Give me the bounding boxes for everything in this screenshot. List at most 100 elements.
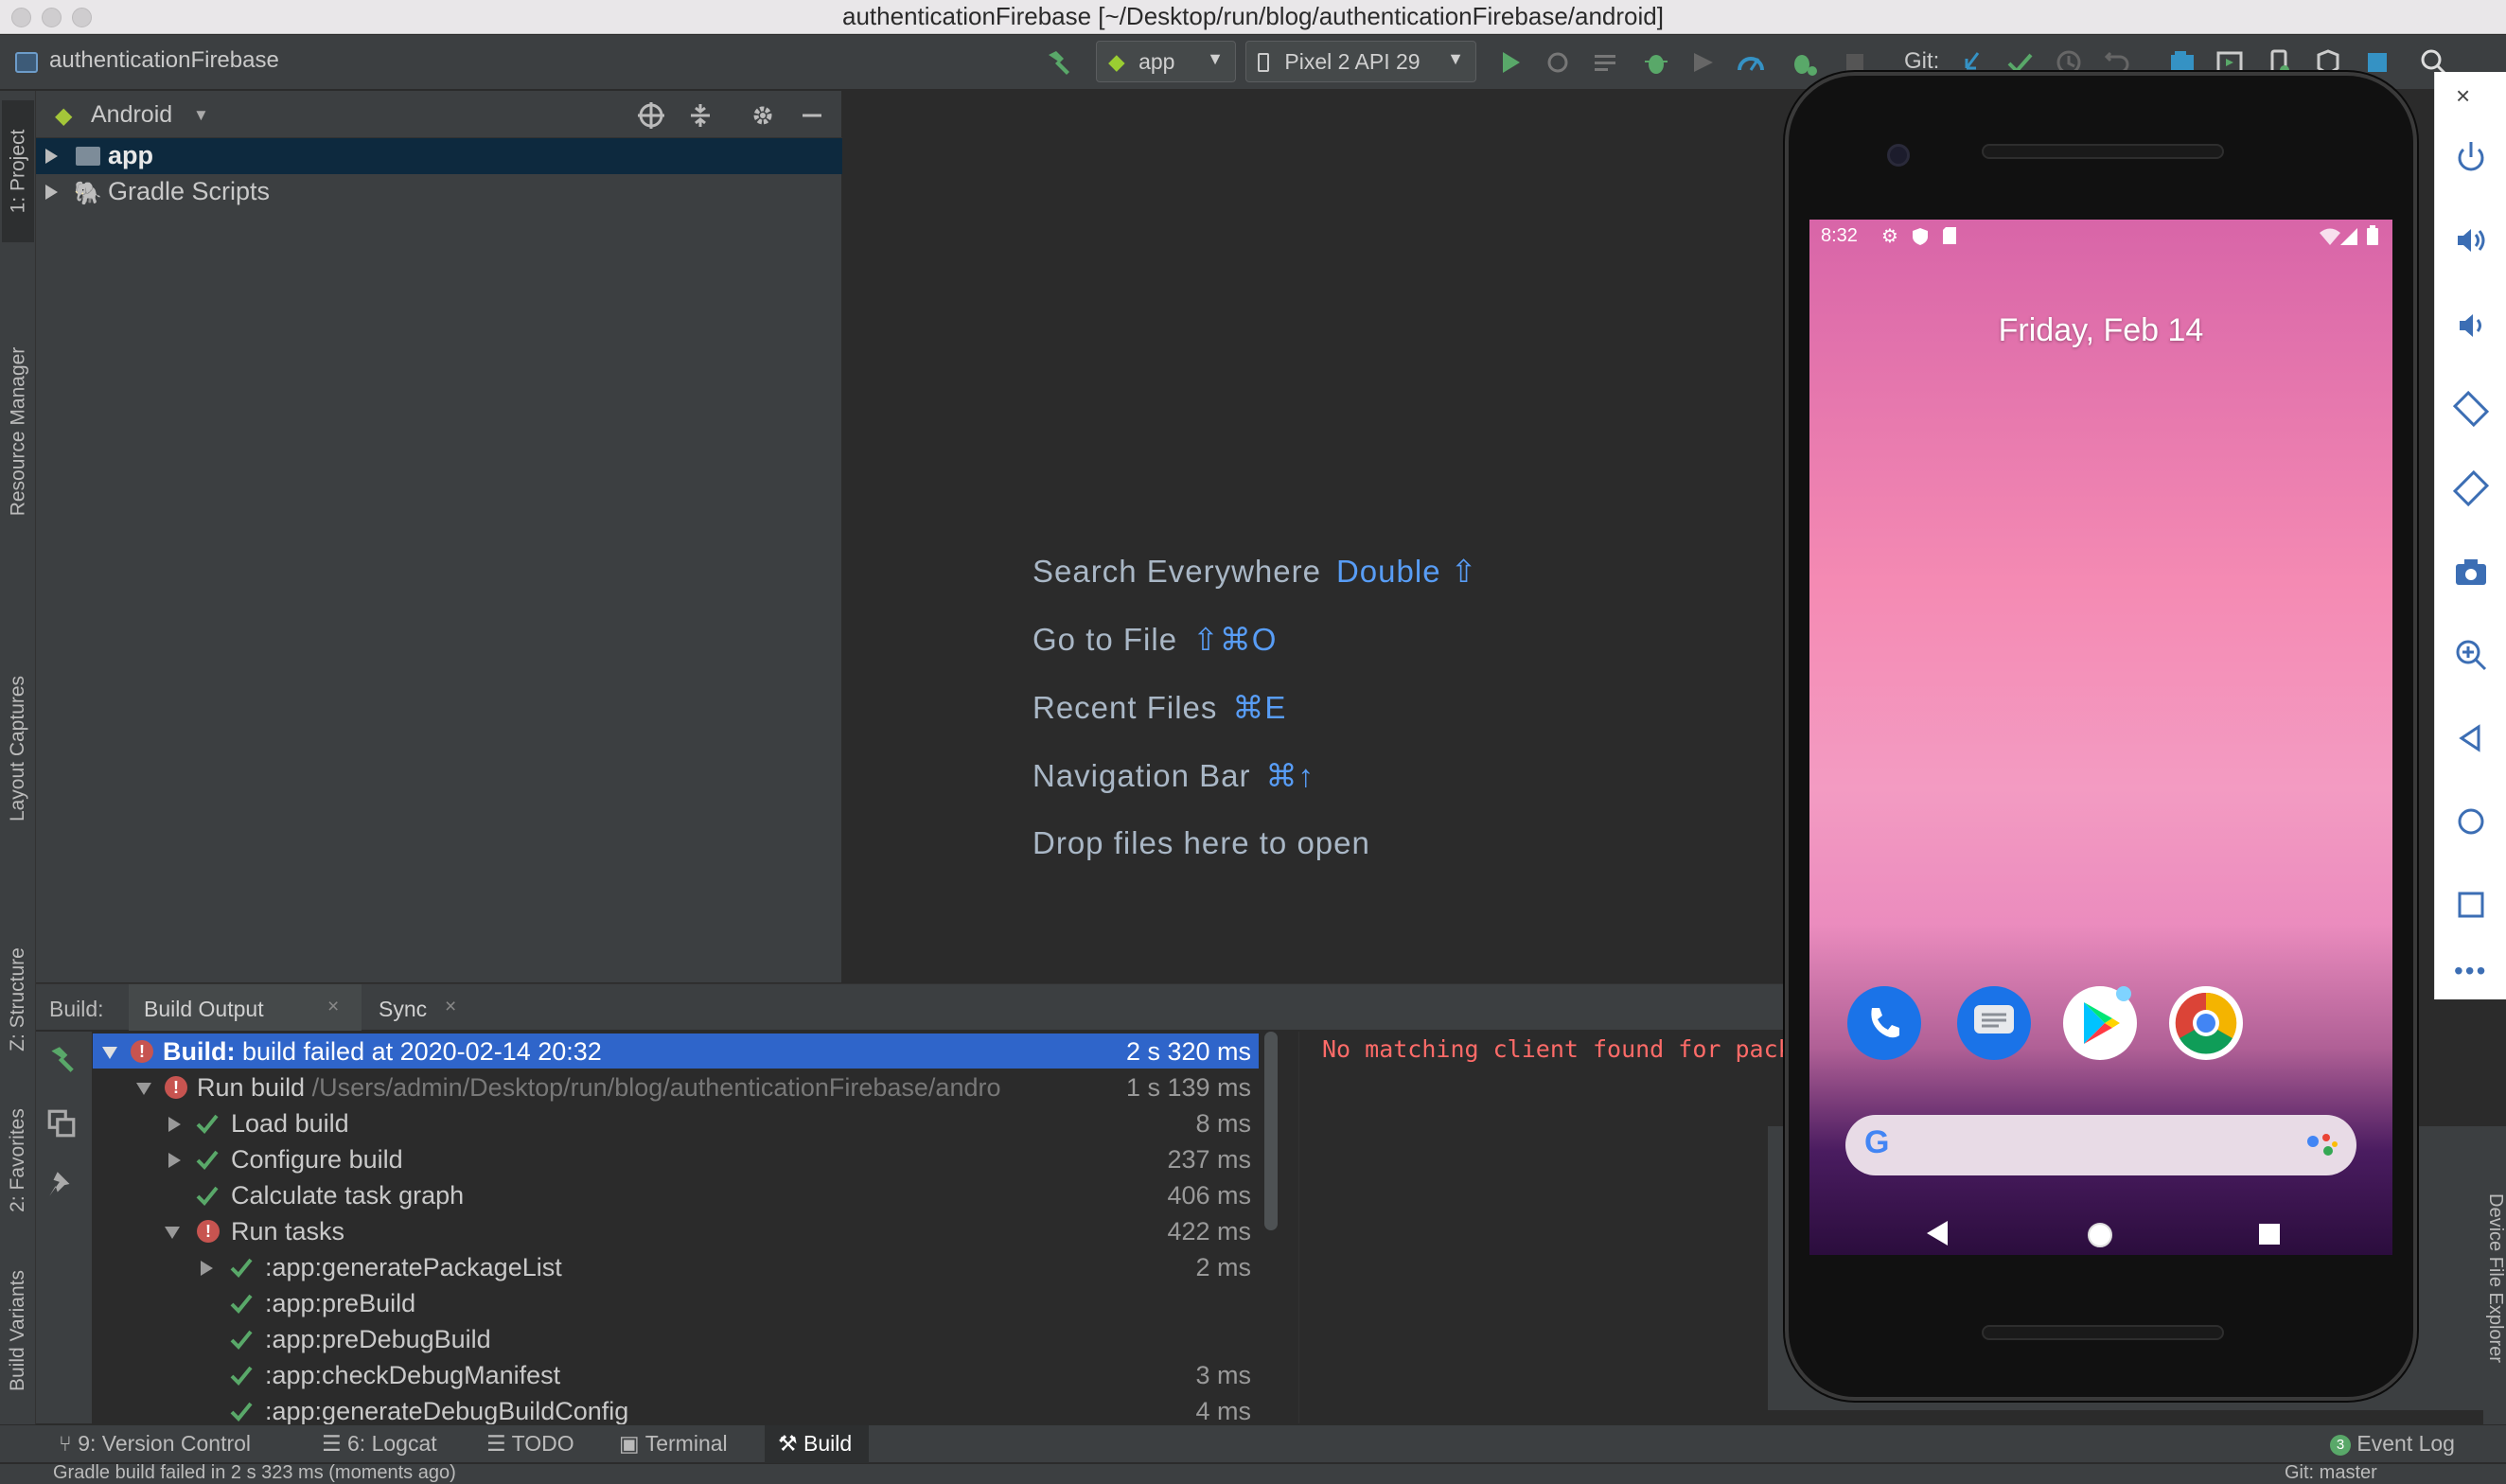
device-dropdown[interactable]: Pixel 2 API 29 ▼: [1245, 41, 1476, 82]
build-console-output[interactable]: No matching client found for packag: [1298, 1032, 1791, 1423]
pin-icon[interactable]: [45, 1168, 78, 1200]
task-label: Run tasks: [231, 1217, 345, 1246]
volume-up-icon[interactable]: [2452, 221, 2490, 259]
locate-file-icon[interactable]: [636, 100, 666, 131]
tree-row-generate-debug-build-config[interactable]: :app:generateDebugBuildConfig 4 ms: [93, 1393, 1259, 1428]
git-branch-status[interactable]: Git: master: [2285, 1464, 2377, 1484]
tree-item-gradle-scripts[interactable]: 🐘 Gradle Scripts: [36, 174, 842, 210]
zoom-icon[interactable]: [2452, 636, 2490, 674]
tab-terminal[interactable]: ▣ Terminal: [619, 1431, 728, 1457]
close-tab-icon[interactable]: ×: [327, 996, 339, 1018]
expand-arrow-icon[interactable]: [168, 1117, 181, 1132]
close-tab-icon[interactable]: ×: [445, 996, 456, 1018]
editor-empty-area[interactable]: Search Everywhere Double ⇧ Go to File ⇧⌘O …: [843, 91, 1790, 982]
google-search-bar[interactable]: G: [1845, 1115, 2356, 1175]
play-store-app-icon[interactable]: [2063, 986, 2137, 1060]
collapse-all-icon[interactable]: [685, 100, 715, 131]
chevron-down-icon[interactable]: ▼: [193, 106, 209, 125]
tree-item-label: app: [108, 141, 154, 169]
run-configuration-dropdown[interactable]: ◆ app ▼: [1096, 41, 1236, 82]
tree-row-check-debug-manifest[interactable]: :app:checkDebugManifest 3 ms: [93, 1357, 1259, 1392]
tab-project[interactable]: 1: Project: [2, 100, 34, 242]
attach-process-icon[interactable]: [1789, 47, 1819, 78]
phone-handset-icon: [1871, 1008, 1899, 1038]
tab-sync[interactable]: Sync ×: [363, 984, 486, 1031]
run-play-icon[interactable]: [1495, 47, 1526, 78]
chevron-down-icon: ▼: [1207, 49, 1224, 68]
nav-back-icon[interactable]: [1925, 1219, 1950, 1247]
expand-arrow-icon[interactable]: [45, 149, 58, 164]
error-icon: !: [131, 1040, 153, 1063]
tab-layout-captures[interactable]: Layout Captures: [2, 607, 34, 891]
scrollbar-thumb[interactable]: [1264, 1032, 1278, 1230]
tab-version-control[interactable]: ⑂ 9: Version Control: [59, 1431, 251, 1457]
tab-event-log[interactable]: 3 Event Log: [2330, 1431, 2455, 1457]
status-bar-time: 8:32: [1821, 225, 1858, 246]
duration: 2 ms: [1195, 1253, 1251, 1281]
tree-row-load-build[interactable]: Load build 8 ms: [93, 1105, 1259, 1140]
tab-build-output[interactable]: Build Output ×: [129, 984, 362, 1031]
more-options-icon[interactable]: •••: [2454, 956, 2487, 986]
tree-row-pre-debug-build[interactable]: :app:preDebugBuild: [93, 1321, 1259, 1356]
tab-build-variants[interactable]: Build Variants: [2, 1217, 34, 1444]
overview-icon[interactable]: [2452, 886, 2490, 924]
project-name[interactable]: authenticationFirebase: [49, 47, 279, 74]
home-icon[interactable]: [2452, 803, 2490, 840]
tab-project-label: 1: Project: [7, 129, 28, 214]
tab-resource-manager[interactable]: Resource Manager: [2, 271, 34, 592]
rotate-left-icon[interactable]: [2452, 390, 2490, 428]
device-file-explorer-tab[interactable]: Device File Explorer: [2483, 1126, 2506, 1425]
project-panel: ◆ Android ▼ app 🐘 Gradle Scripts: [36, 91, 842, 982]
tree-row-generate-package-list[interactable]: :app:generatePackageList 2 ms: [93, 1249, 1259, 1284]
tab-build[interactable]: ⚒ Build: [765, 1425, 870, 1463]
tree-row-pre-build[interactable]: :app:preBuild: [93, 1285, 1259, 1320]
expand-arrow-icon[interactable]: [45, 185, 58, 200]
back-icon[interactable]: [2452, 719, 2490, 757]
project-view-mode-dropdown[interactable]: Android: [91, 101, 172, 129]
hide-panel-icon[interactable]: [797, 100, 827, 131]
messages-app-icon[interactable]: [1957, 986, 2031, 1060]
nav-overview-icon[interactable]: [2258, 1223, 2281, 1246]
expand-arrow-icon[interactable]: [168, 1153, 181, 1168]
collapse-arrow-icon[interactable]: [136, 1083, 151, 1095]
gear-icon[interactable]: [748, 100, 778, 131]
tree-row-run-build[interactable]: ! Run build /Users/admin/Desktop/run/blo…: [93, 1069, 1259, 1104]
gradle-elephant-icon: 🐘: [74, 181, 102, 206]
attach-debugger-icon[interactable]: [1736, 47, 1766, 78]
success-check-icon: [230, 1294, 253, 1314]
camera-icon[interactable]: [2452, 553, 2490, 591]
tree-row-run-tasks[interactable]: ! Run tasks 422 ms: [93, 1213, 1259, 1248]
power-icon[interactable]: [2452, 138, 2490, 176]
chrome-app-icon[interactable]: [2169, 986, 2243, 1060]
profile-icon[interactable]: [1688, 47, 1719, 78]
tab-todo[interactable]: ☰ TODO: [486, 1431, 574, 1457]
duration: 2 s 320 ms: [1125, 1037, 1251, 1066]
layout-inspector-icon[interactable]: [2362, 47, 2392, 78]
make-project-hammer-icon[interactable]: [1043, 47, 1073, 78]
bottom-speaker: [1982, 1325, 2224, 1340]
apply-changes-icon[interactable]: [1543, 47, 1573, 78]
tree-item-app[interactable]: app: [36, 138, 842, 174]
phone-app-icon[interactable]: [1847, 986, 1921, 1060]
apply-code-changes-icon[interactable]: [1590, 47, 1620, 78]
lockscreen-date[interactable]: Friday, Feb 14: [1809, 312, 2392, 349]
toggle-view-icon[interactable]: [45, 1107, 78, 1140]
collapse-arrow-icon[interactable]: [102, 1047, 117, 1059]
tree-row-calculate-task-graph[interactable]: Calculate task graph 406 ms: [93, 1177, 1259, 1212]
debug-bug-icon[interactable]: [1641, 47, 1671, 78]
close-emulator-icon[interactable]: ×: [2456, 81, 2470, 111]
collapse-arrow-icon[interactable]: [165, 1227, 180, 1239]
nav-home-icon[interactable]: [2086, 1221, 2114, 1249]
rebuild-hammer-icon[interactable]: [45, 1043, 78, 1075]
rotate-right-icon[interactable]: [2452, 469, 2490, 507]
window-title: authenticationFirebase [~/Desktop/run/bl…: [842, 2, 1664, 30]
status-message[interactable]: Gradle build failed in 2 s 323 ms (momen…: [53, 1464, 456, 1484]
tree-row-build-failed[interactable]: ! Build: build failed at 2020-02-14 20:3…: [93, 1034, 1259, 1069]
emulator-screen[interactable]: 8:32 ⚙ Friday, Feb 14 G: [1809, 220, 2392, 1255]
expand-arrow-icon[interactable]: [201, 1261, 213, 1276]
tab-logcat[interactable]: ☰ 6: Logcat: [322, 1431, 437, 1457]
task-path: /Users/admin/Desktop/run/blog/authentica…: [305, 1073, 1001, 1102]
console-error-text: No matching client found for packag: [1322, 1035, 1791, 1063]
tree-row-configure-build[interactable]: Configure build 237 ms: [93, 1141, 1259, 1176]
volume-down-icon[interactable]: [2452, 307, 2490, 344]
